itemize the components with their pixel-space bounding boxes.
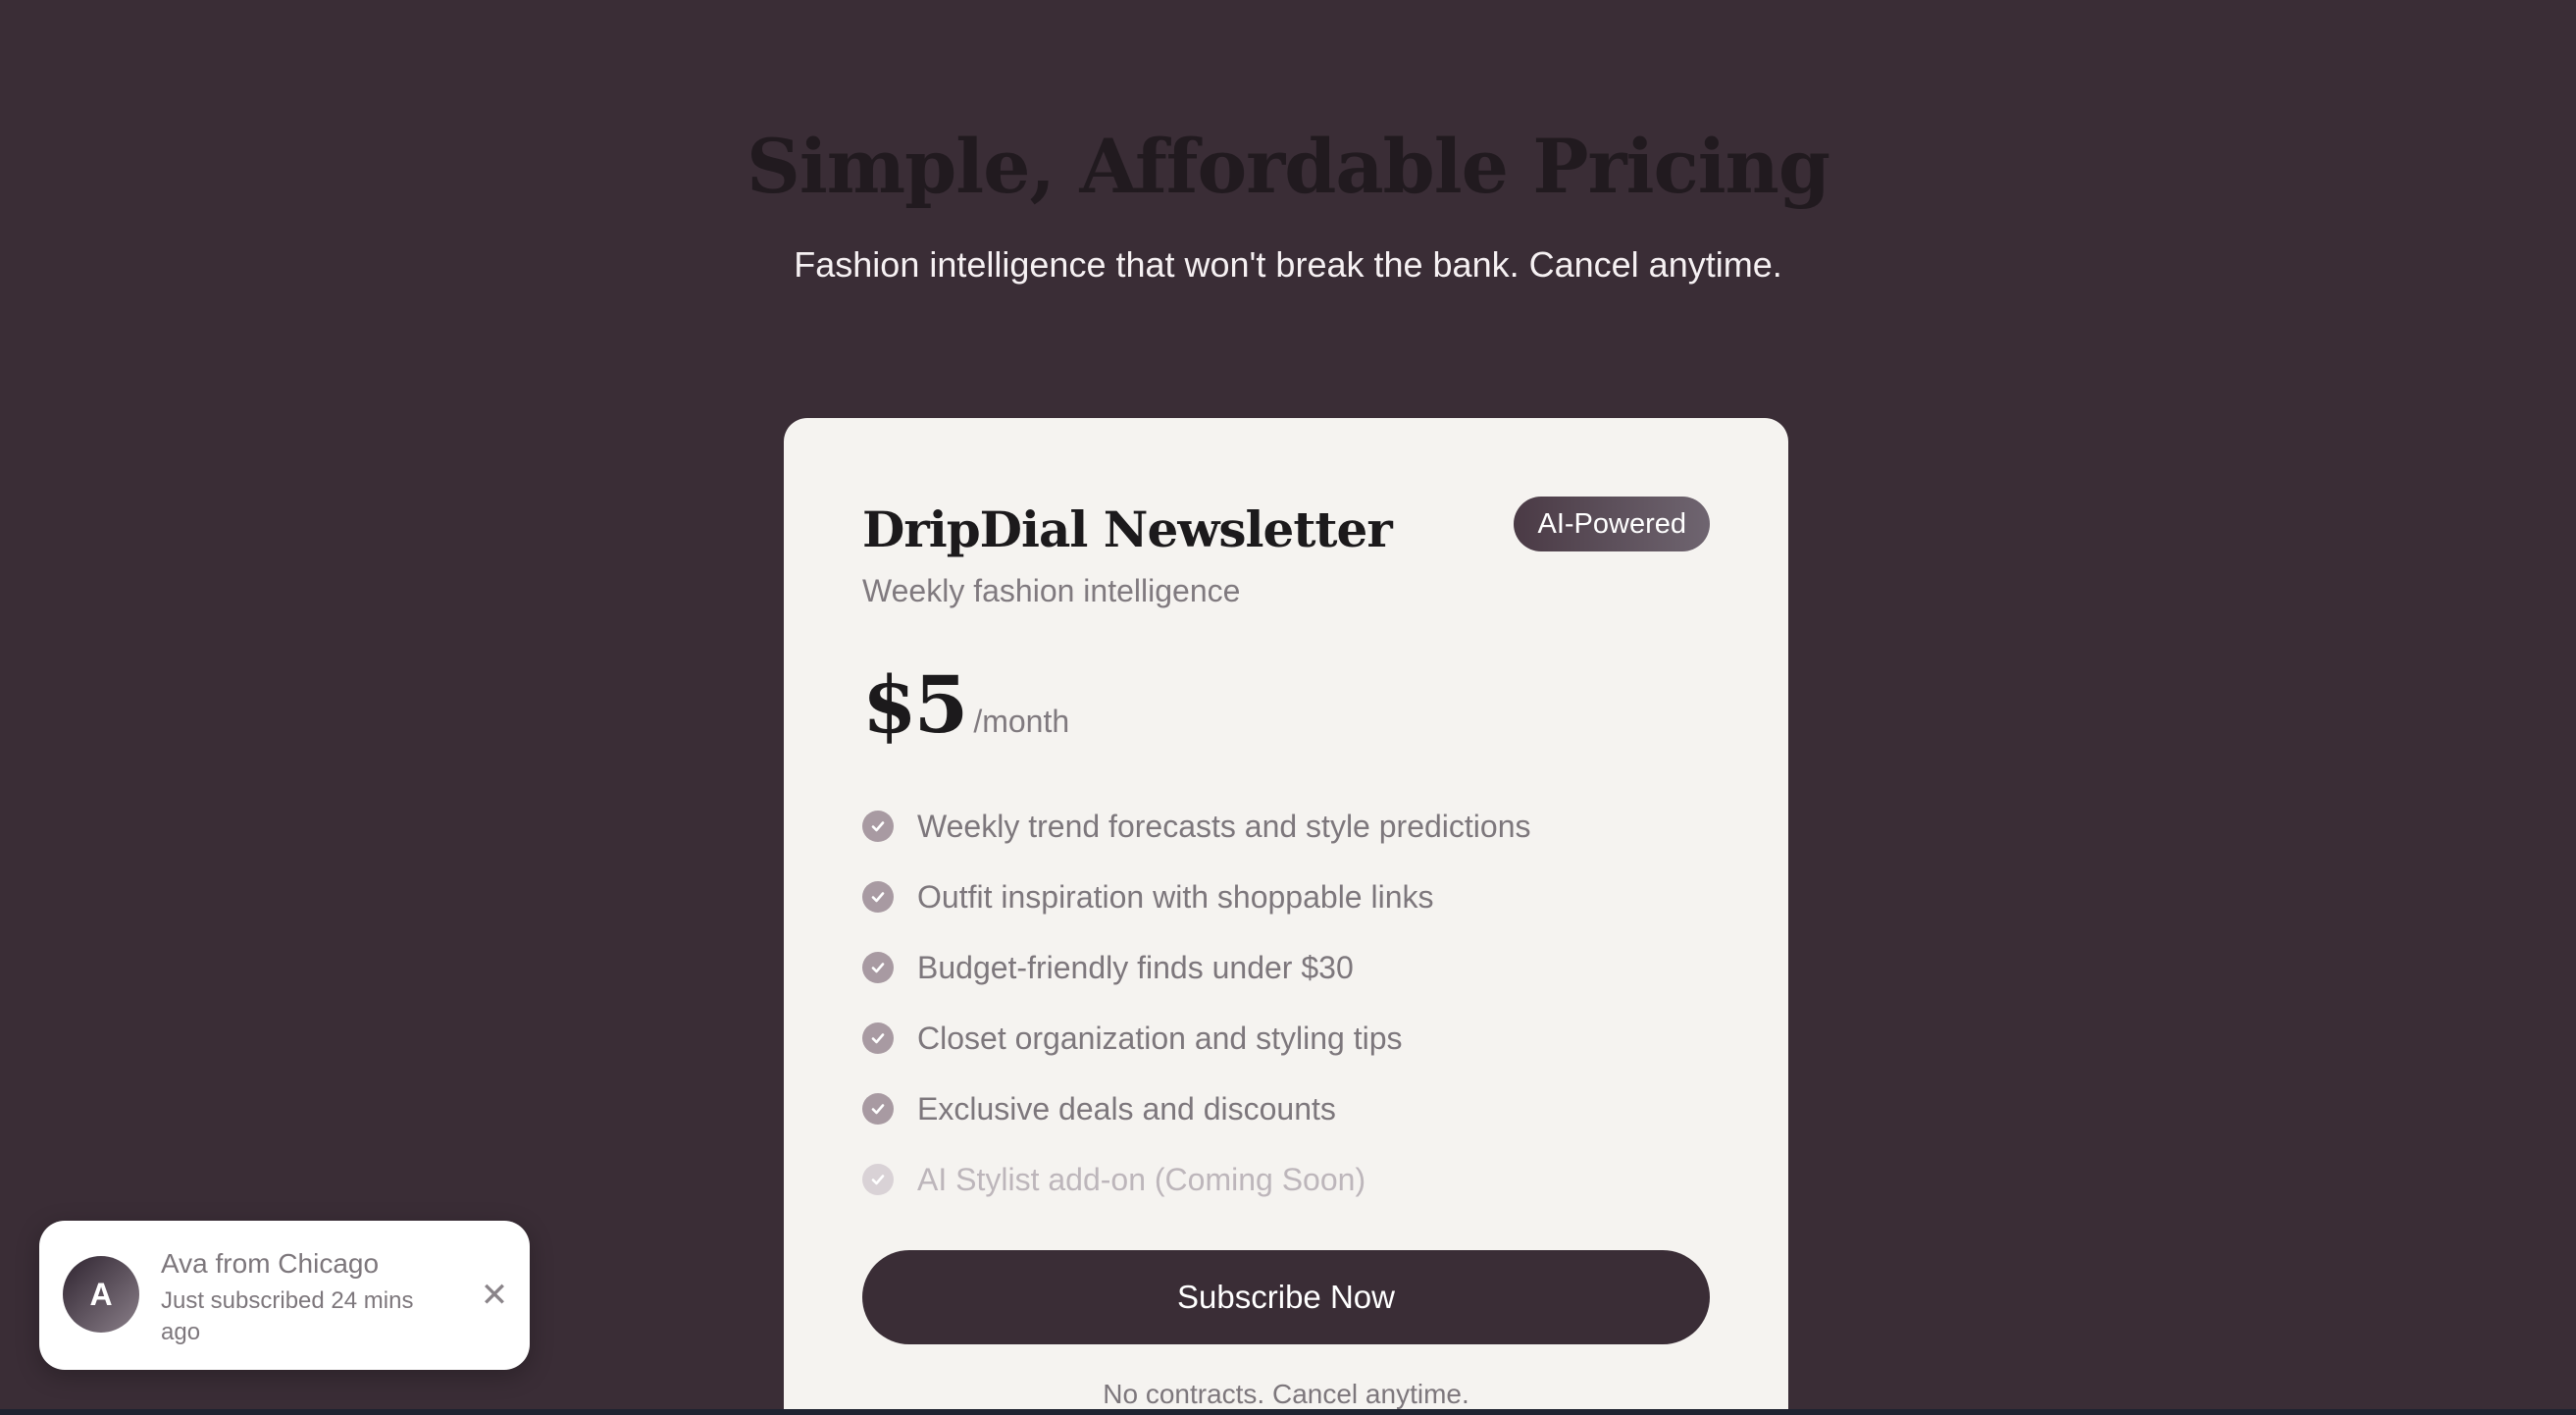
- avatar: A: [63, 1256, 139, 1333]
- feature-item: Budget-friendly finds under $30: [862, 932, 1530, 1003]
- feature-list: Weekly trend forecasts and style predict…: [862, 791, 1530, 1215]
- subscription-toast: A Ava from Chicago Just subscribed 24 mi…: [39, 1221, 530, 1370]
- bottom-strip: [0, 1409, 2576, 1415]
- feature-item: Exclusive deals and discounts: [862, 1074, 1530, 1144]
- feature-item-coming-soon: AI Stylist add-on (Coming Soon): [862, 1144, 1530, 1215]
- check-circle-icon: [862, 811, 894, 842]
- plan-description: Weekly fashion intelligence: [862, 573, 1241, 608]
- page-title: Simple, Affordable Pricing: [746, 123, 1830, 210]
- feature-item: Outfit inspiration with shoppable links: [862, 862, 1530, 932]
- feature-text: Budget-friendly finds under $30: [917, 949, 1354, 985]
- plan-name: DripDial Newsletter: [862, 500, 1393, 558]
- ai-powered-badge: AI-Powered: [1514, 497, 1710, 551]
- check-circle-icon: [862, 952, 894, 983]
- toast-message: Just subscribed 24 mins ago: [161, 1287, 414, 1345]
- check-circle-icon: [862, 1093, 894, 1125]
- feature-text: Weekly trend forecasts and style predict…: [917, 808, 1531, 844]
- feature-text: Exclusive deals and discounts: [917, 1090, 1336, 1127]
- pricing-card: DripDial Newsletter AI-Powered Weekly fa…: [784, 418, 1788, 1409]
- feature-text: AI Stylist add-on (Coming Soon): [917, 1161, 1366, 1197]
- fine-print: No contracts. Cancel anytime.: [1103, 1379, 1469, 1409]
- price-period: /month: [973, 704, 1070, 739]
- close-icon[interactable]: ✕: [473, 1274, 516, 1317]
- price-amount: $5: [862, 658, 968, 751]
- check-circle-icon: [862, 881, 894, 913]
- plan-price: $5/month: [862, 657, 1069, 752]
- subscribe-button[interactable]: Subscribe Now: [862, 1250, 1710, 1344]
- feature-item: Closet organization and styling tips: [862, 1003, 1530, 1074]
- check-circle-icon: [862, 1022, 894, 1054]
- check-circle-icon: [862, 1164, 894, 1195]
- feature-text: Closet organization and styling tips: [917, 1020, 1403, 1056]
- feature-text: Outfit inspiration with shoppable links: [917, 878, 1434, 915]
- feature-item: Weekly trend forecasts and style predict…: [862, 791, 1530, 862]
- toast-name: Ava from Chicago: [161, 1248, 380, 1279]
- page-subtitle: Fashion intelligence that won't break th…: [794, 244, 1782, 285]
